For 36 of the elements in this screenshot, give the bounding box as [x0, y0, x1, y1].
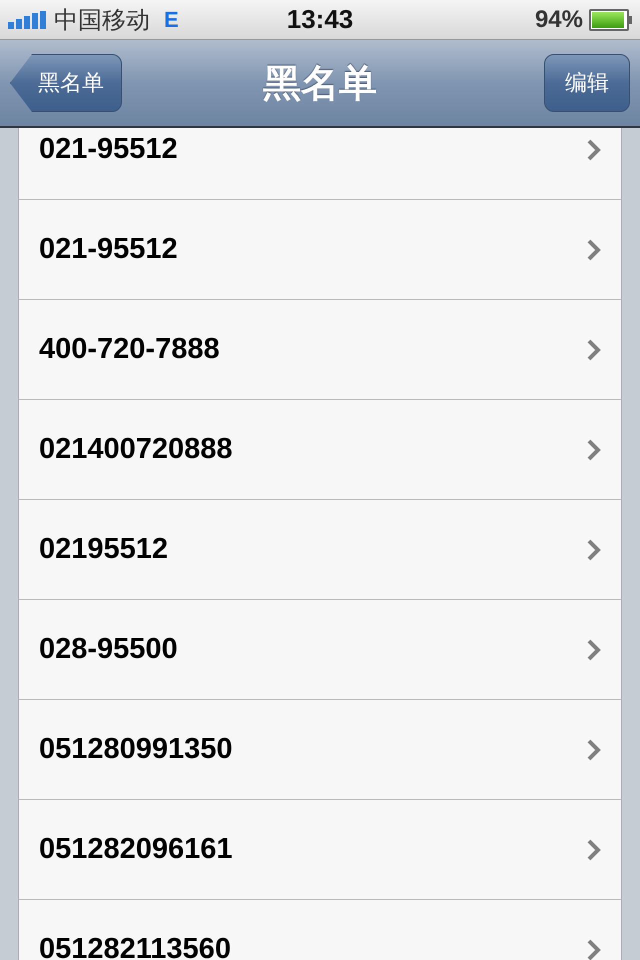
list-row[interactable]: 021-95512 — [19, 128, 621, 200]
chevron-icon — [587, 338, 601, 360]
list-row[interactable]: 021400720888 — [19, 400, 621, 500]
list-row[interactable]: 021-95512 — [19, 200, 621, 300]
clock-time: 13:43 — [286, 4, 354, 35]
chevron-icon — [587, 738, 601, 760]
phone-number: 021-95512 — [39, 233, 178, 266]
page-title: 黑名单 — [263, 62, 377, 106]
carrier-name: 中国移动 — [54, 6, 150, 36]
battery-icon — [589, 8, 632, 30]
list-row[interactable]: 051282096161 — [19, 800, 621, 900]
phone-number: 051280991350 — [39, 733, 233, 766]
chevron-icon — [587, 938, 601, 960]
network-type: E — [164, 6, 179, 32]
signal-icon — [8, 10, 46, 28]
phone-number: 028-95500 — [39, 633, 178, 666]
chevron-icon — [587, 638, 601, 660]
chevron-icon — [587, 238, 601, 260]
chevron-icon — [587, 138, 601, 160]
list-row[interactable]: 02195512 — [19, 500, 621, 600]
chevron-icon — [587, 538, 601, 560]
phone-number: 021400720888 — [39, 433, 233, 466]
chevron-icon — [587, 838, 601, 860]
list-row[interactable]: 400-720-7888 — [19, 300, 621, 400]
phone-number: 02195512 — [39, 533, 168, 566]
phone-number: 051282096161 — [39, 833, 233, 866]
phone-number: 400-720-7888 — [39, 333, 220, 366]
battery-percent: 94% — [534, 6, 583, 34]
edit-button[interactable]: 编辑 — [544, 54, 630, 112]
phone-number: 021-95512 — [39, 133, 178, 166]
back-button[interactable]: 黑名单 — [10, 54, 122, 112]
list-row[interactable]: 028-95500 — [19, 600, 621, 700]
list-row[interactable]: 051280991350 — [19, 700, 621, 800]
list-row[interactable]: 051282113560 — [19, 900, 621, 960]
chevron-icon — [587, 438, 601, 460]
phone-number: 051282113560 — [39, 933, 231, 960]
